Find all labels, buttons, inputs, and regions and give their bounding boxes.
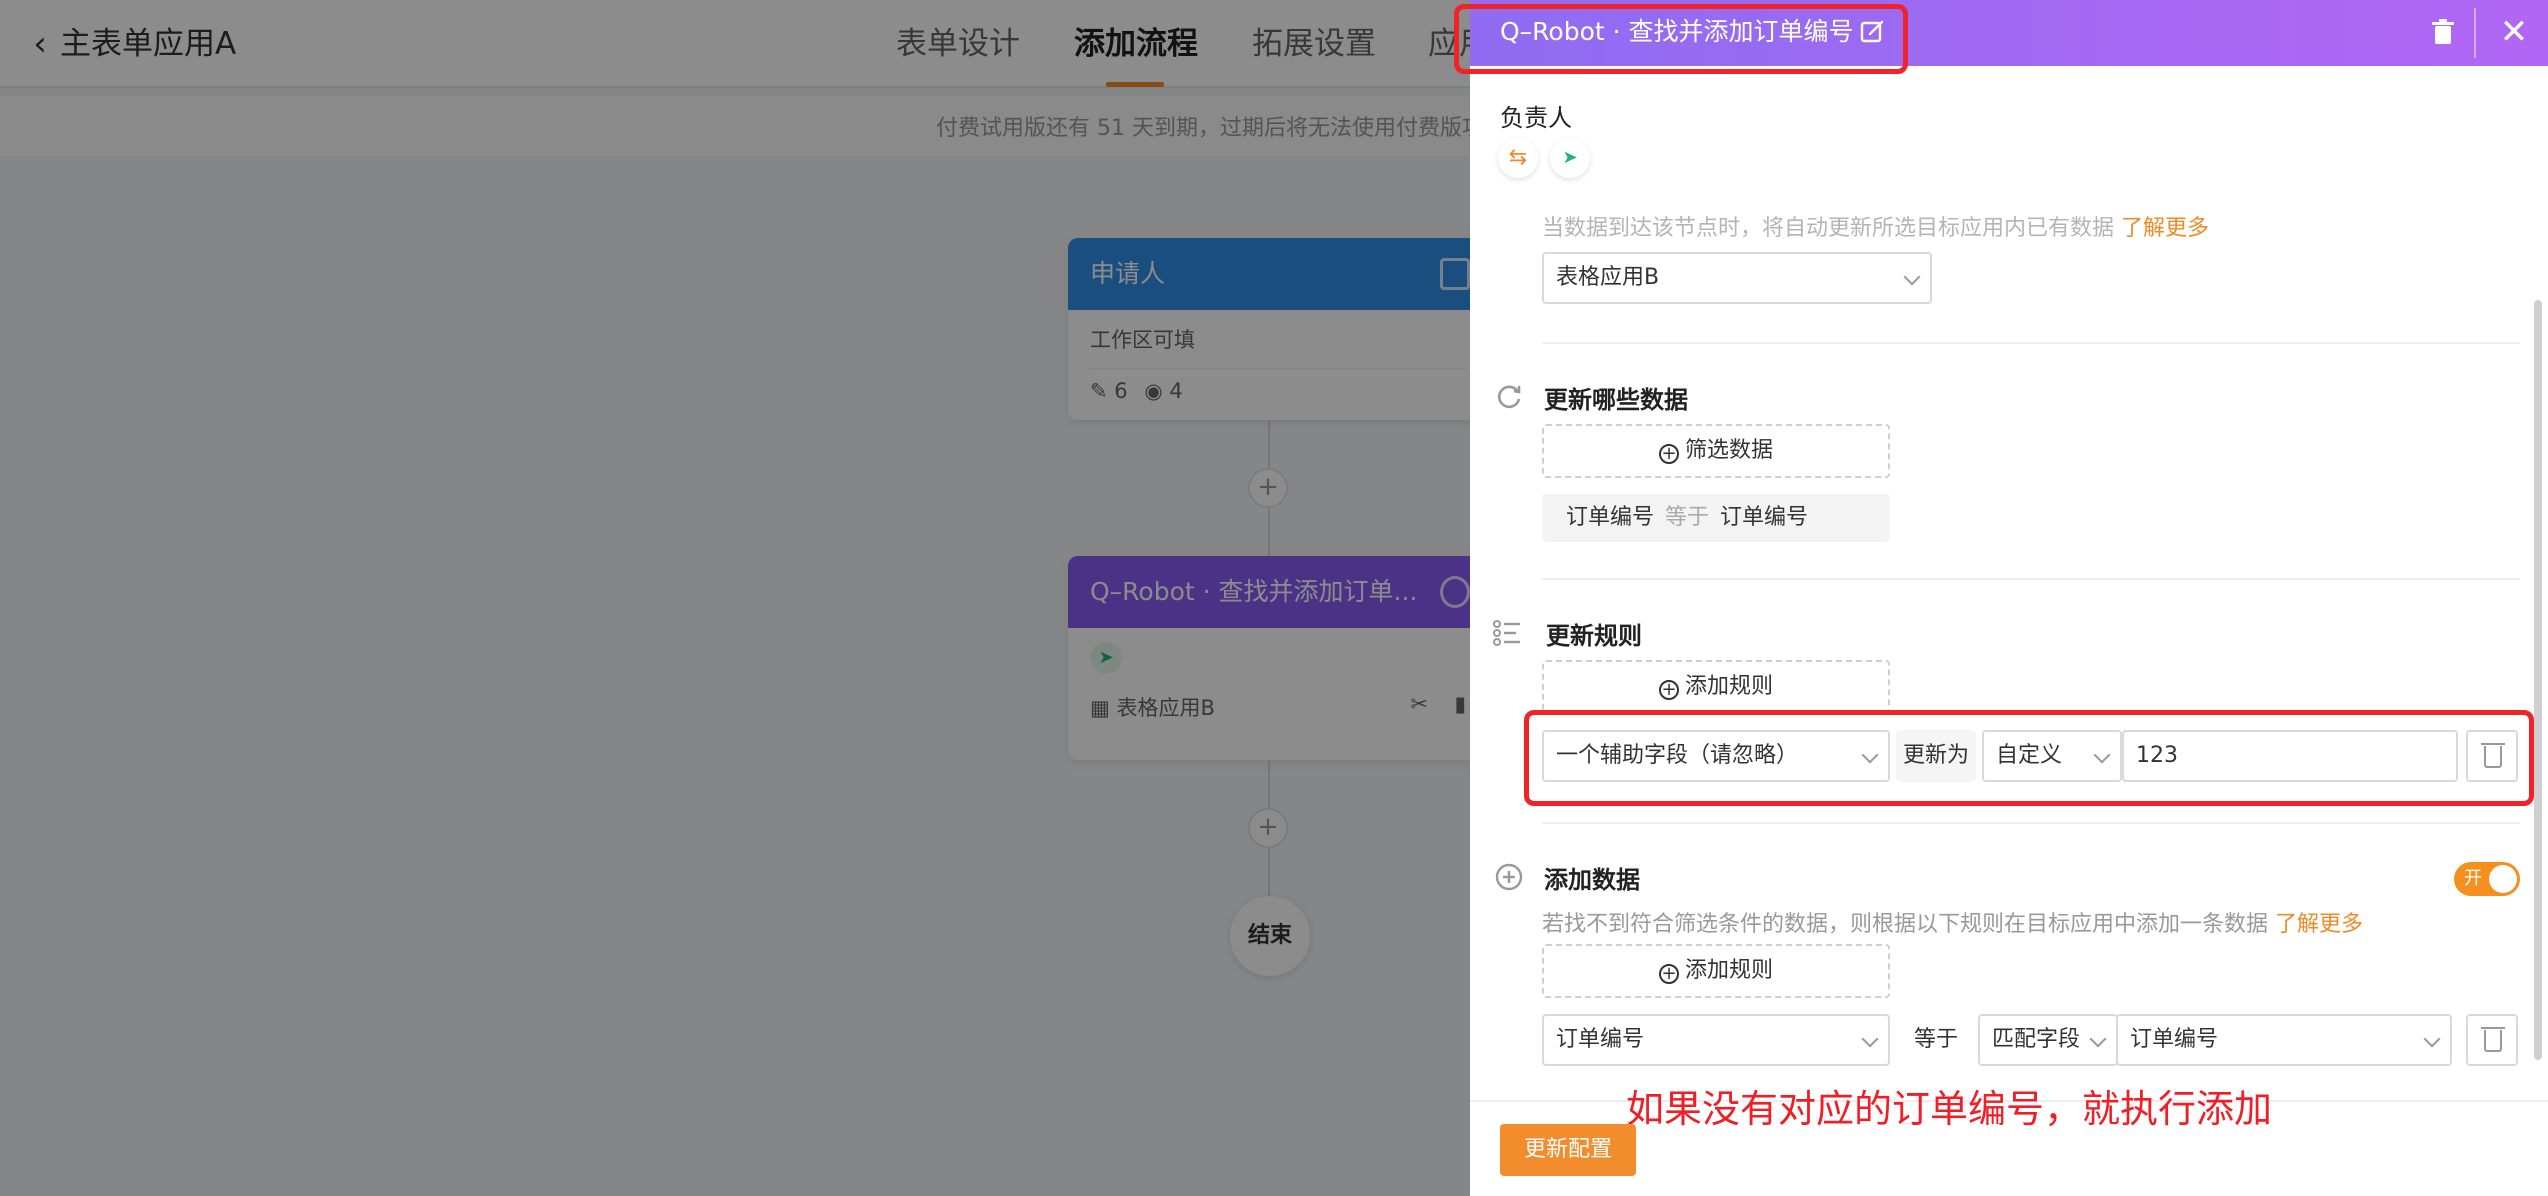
owner-label: 负责人 [1500,104,1572,132]
update-rule-mode-value: 自定义 [1996,743,2063,768]
chevron-down-icon [2089,1030,2107,1048]
trash-icon [2484,746,2502,768]
update-rule-operator: 更新为 [1896,730,1976,782]
add-data-description: 若找不到符合筛选条件的数据，则根据以下规则在目标应用中添加一条数据 了解更多 [1542,906,2363,938]
header-divider [2474,8,2476,58]
update-rule-value-input[interactable]: 123 [2122,730,2458,782]
add-rule-operator: 等于 [1913,1027,1958,1052]
trash-lid [2481,1027,2505,1029]
edit-icon[interactable] [1860,18,1886,44]
add-rule-value-select[interactable]: 订单编号 [2116,1014,2452,1066]
trash-icon[interactable] [2430,18,2456,46]
plus-circle-icon: + [1658,444,1679,464]
target-app-value: 表格应用B [1556,265,1660,290]
add-data-description-text: 若找不到符合筛选条件的数据，则根据以下规则在目标应用中添加一条数据 [1542,912,2269,937]
add-rule-mode-value: 匹配字段 [1992,1027,2081,1052]
toggle-knob [2489,865,2517,893]
add-update-rule-button[interactable]: + 添加规则 [1542,660,1890,714]
plus-circle-icon [1495,863,1523,891]
add-rule-value: 订单编号 [2130,1027,2219,1052]
section-divider [1542,342,2520,344]
trash-lid [2481,743,2505,745]
drawer-header: Q–Robot · 查找并添加订单编号 ✕ [1470,0,2548,66]
add-update-rule-label: 添加规则 [1684,674,1773,699]
chevron-down-icon [1861,1030,1879,1048]
update-rule-mode-select[interactable]: 自定义 [1982,730,2122,782]
add-rule-field-value: 订单编号 [1556,1027,1645,1052]
update-rule-field-value: 一个辅助字段（请忽略） [1556,743,1799,768]
update-config-button[interactable]: 更新配置 [1500,1124,1636,1176]
filter-data-button[interactable]: + 筛选数据 [1542,424,1890,478]
delete-update-rule-button[interactable] [2466,730,2518,782]
chevron-down-icon [2093,746,2111,764]
learn-more-link[interactable]: 了解更多 [2275,912,2363,937]
close-icon[interactable]: ✕ [2496,14,2532,50]
target-app-select[interactable]: 表格应用B [1542,252,1932,304]
update-rule-field-select[interactable]: 一个辅助字段（请忽略） [1542,730,1890,782]
robot-config-drawer: Q–Robot · 查找并添加订单编号 ✕ 负责人 ⇆ ➤ 当数据到达该节点时，… [1454,0,2548,1196]
condition-field: 订单编号 [1566,505,1655,530]
filter-condition-chip[interactable]: 订单编号 等于 订单编号 [1542,494,1890,542]
add-data-heading: 添加数据 [1544,866,1640,894]
drawer-scrollbar[interactable] [2534,300,2542,1060]
add-data-rule-button[interactable]: + 添加规则 [1542,944,1890,998]
modal-overlay[interactable] [0,0,1470,1196]
condition-operator: 等于 [1665,505,1710,530]
annotation-text: 如果没有对应的订单编号，就执行添加 [1626,1087,2273,1131]
faded-description-text: 当数据到达该节点时，将自动更新所选目标应用内已有数据 [1542,216,2115,241]
delete-add-rule-button[interactable] [2466,1014,2518,1066]
condition-value: 订单编号 [1720,505,1809,530]
chevron-down-icon [2423,1030,2441,1048]
trash-icon [2484,1030,2502,1052]
drawer-title[interactable]: Q–Robot · 查找并添加订单编号 [1500,12,1854,52]
add-rule-mode-select[interactable]: 匹配字段 [1978,1014,2118,1066]
section-divider [1542,822,2520,824]
plus-circle-icon: + [1658,964,1679,984]
update-rules-heading: 更新规则 [1546,622,1642,650]
add-rule-field-select[interactable]: 订单编号 [1542,1014,1890,1066]
faded-description: 当数据到达该节点时，将自动更新所选目标应用内已有数据 了解更多 [1542,210,2209,242]
plus-circle-icon: + [1658,680,1679,700]
add-data-rule-label: 添加规则 [1684,958,1773,983]
list-rules-icon [1493,620,1520,646]
filter-data-label: 筛选数据 [1684,438,1773,463]
toggle-label: 开 [2464,868,2482,889]
chevron-down-icon [1861,746,1879,764]
swap-icon[interactable]: ⇆ [1498,138,1538,178]
add-data-toggle[interactable]: 开 [2454,862,2520,896]
section-divider [1542,578,2520,580]
learn-more-link[interactable]: 了解更多 [2121,216,2209,241]
refresh-icon [1498,385,1521,409]
send-icon[interactable]: ➤ [1550,138,1590,178]
chevron-down-icon [1903,268,1921,286]
update-data-heading: 更新哪些数据 [1544,386,1688,414]
